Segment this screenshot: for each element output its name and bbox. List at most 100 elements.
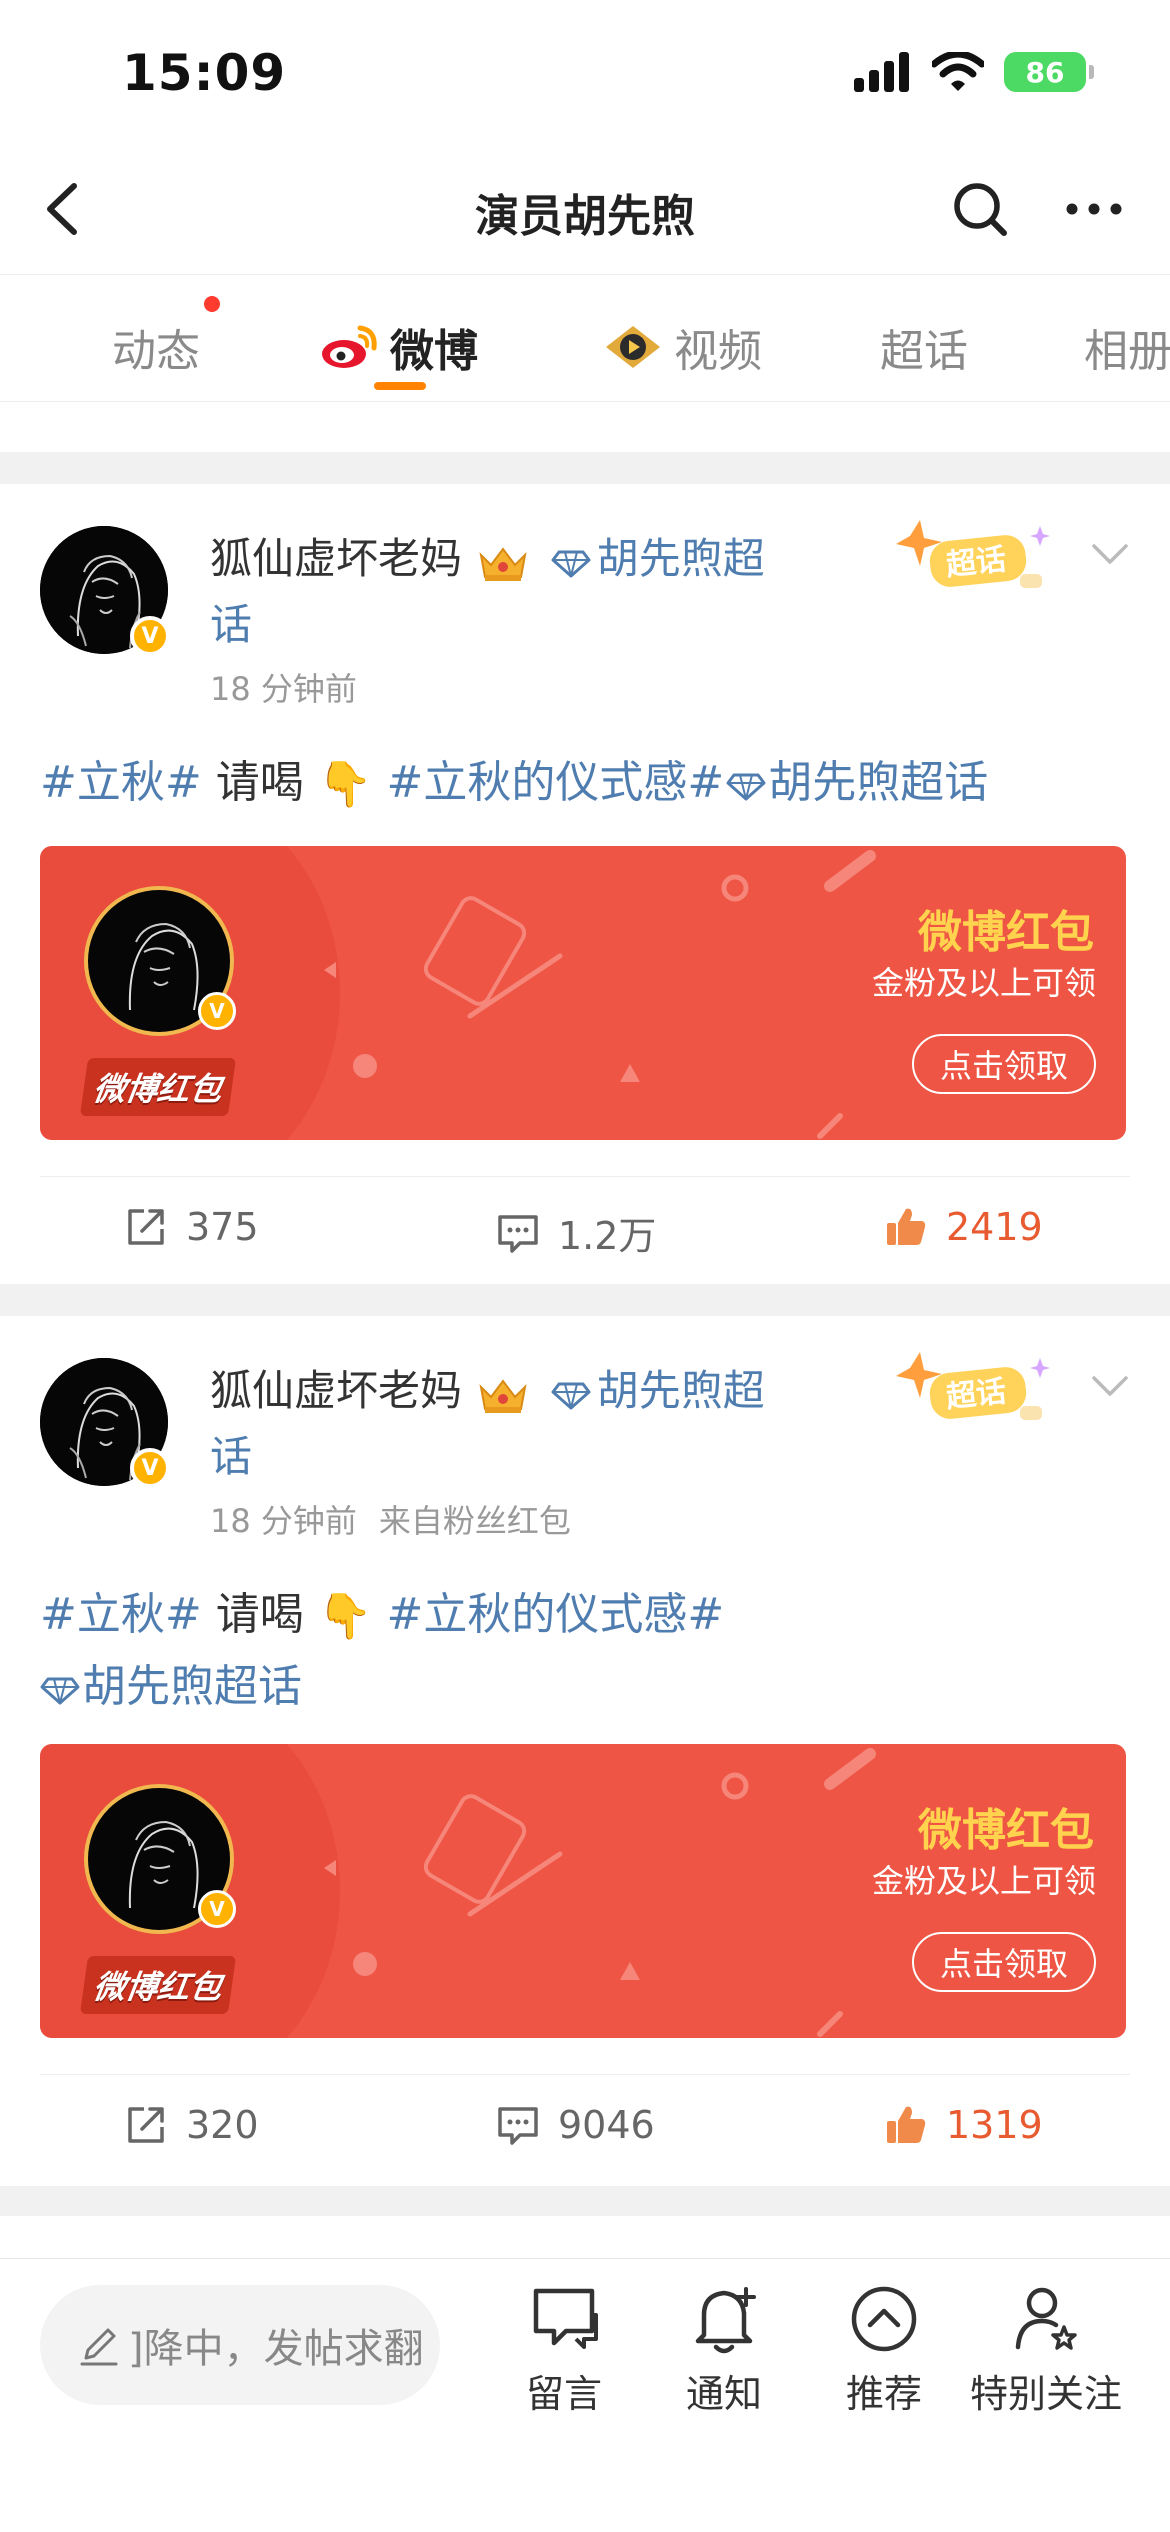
section-divider	[0, 452, 1170, 484]
user-star-icon	[1015, 2287, 1077, 2350]
battery-level: 86	[1025, 55, 1065, 89]
hashtag-liqiu[interactable]: #立秋#	[40, 1589, 202, 1640]
active-tab-indicator	[374, 382, 426, 390]
comment-icon	[498, 1214, 538, 1253]
crown-icon	[479, 1378, 527, 1413]
red-packet-subtitle: 金粉及以上可领	[871, 964, 1096, 1002]
diamond-icon	[551, 550, 591, 577]
tab-label: 动态	[112, 326, 200, 377]
tab-album[interactable]: 相册	[1084, 315, 1170, 379]
pointing-down-emoji: 👇	[317, 759, 373, 810]
notify-button[interactable]: 通知	[644, 2281, 804, 2418]
super-topic-tag[interactable]: 胡先煦超话	[768, 757, 988, 808]
notify-label: 通知	[685, 2372, 762, 2416]
red-packet-card[interactable]: V 微博红包 微博红包 金粉及以上可领 点击领取	[40, 1744, 1126, 2038]
weibo-logo-icon	[322, 325, 377, 368]
pencil-icon	[80, 2328, 118, 2366]
repost-button[interactable]: 375	[124, 1205, 259, 1249]
chaohua-badge-text: 超话	[945, 542, 1008, 583]
chaohua-badge-icon[interactable]: 超话	[890, 514, 1050, 604]
like-count: 1319	[946, 2103, 1043, 2147]
like-button[interactable]: 1319	[884, 2103, 1043, 2147]
chevron-down-icon[interactable]	[1090, 540, 1130, 570]
super-topic-tag[interactable]: 胡先煦超话	[82, 1661, 302, 1712]
tab-video[interactable]: 视频	[602, 315, 762, 379]
chaohua-badge-icon[interactable]: 超话	[890, 1346, 1050, 1436]
post-time: 18 分钟前	[210, 670, 357, 708]
hashtag-liqiu[interactable]: #立秋#	[40, 757, 202, 808]
claim-button[interactable]: 点击领取	[912, 1932, 1096, 1992]
nav-bar: 演员胡先煦	[0, 150, 1170, 274]
tab-chaohua[interactable]: 超话	[880, 315, 968, 379]
diamond-icon	[40, 1677, 80, 1705]
post-actions: 320 9046 1319	[40, 2074, 1130, 2182]
battery-indicator: 86	[1004, 52, 1094, 92]
avatar[interactable]: V	[40, 1358, 170, 1488]
recommend-button[interactable]: 推荐	[804, 2281, 964, 2418]
post-word: 请喝	[201, 1589, 304, 1640]
author-line: 狐仙虚坏老妈 胡先煦超 话	[210, 526, 810, 658]
chaohua-badge-text: 超话	[945, 1374, 1008, 1415]
super-topic-link-wrap[interactable]: 话	[210, 600, 252, 649]
repost-count: 375	[186, 1205, 259, 1249]
crown-icon	[479, 546, 527, 581]
tab-dongtai[interactable]: 动态	[112, 315, 200, 379]
verified-badge: V	[198, 992, 236, 1030]
special-follow-button[interactable]: 特别关注	[966, 2281, 1126, 2418]
comment-icon	[498, 2107, 538, 2145]
red-packet-subtitle: 金粉及以上可领	[871, 1862, 1096, 1900]
comment-button[interactable]: 9046	[496, 2103, 655, 2147]
author-name[interactable]: 狐仙虚坏老妈	[210, 1366, 462, 1415]
hashtag-ritual[interactable]: #立秋的仪式感#	[373, 1589, 725, 1640]
comment-count: 9046	[558, 2103, 655, 2147]
repost-icon	[128, 1209, 164, 1245]
message-icon	[533, 2288, 598, 2349]
tab-label: 微博	[390, 326, 478, 377]
post-text: #立秋# 请喝 👇 #立秋的仪式感# 胡先煦超话	[40, 748, 1130, 820]
tab-label: 视频	[674, 326, 762, 377]
repost-icon	[128, 2107, 164, 2143]
author-name[interactable]: 狐仙虚坏老妈	[210, 534, 462, 583]
post-card[interactable]: V 狐仙虚坏老妈 胡先煦超 话 18 分钟前 来自粉丝红包 超话 #立秋# 请喝 …	[0, 1316, 1170, 2176]
post-meta: 18 分钟前 来自粉丝红包	[210, 1496, 571, 1542]
red-packet-card[interactable]: V 微博红包 微博红包 金粉及以上可领 点击领取	[40, 846, 1126, 1140]
post-word: 请喝	[201, 757, 304, 808]
repost-count: 320	[186, 2103, 259, 2147]
composer-input[interactable]: ]降中，发帖求翻	[40, 2285, 440, 2405]
status-time: 15:09	[122, 44, 287, 102]
tab-label: 相册	[1084, 326, 1170, 377]
tab-weibo[interactable]: 微博	[320, 315, 478, 379]
signal-icon	[854, 52, 909, 92]
post-text: #立秋# 请喝 👇 #立秋的仪式感# 胡先煦超话	[40, 1580, 800, 1722]
section-divider	[0, 2186, 1170, 2216]
red-packet-title: 微博红包	[918, 907, 1094, 958]
post-time: 18 分钟前	[210, 1502, 357, 1540]
more-icon[interactable]	[1062, 174, 1126, 244]
like-count: 2419	[946, 1205, 1043, 1249]
profile-tabs: 动态 微博 视频 超话 相册	[0, 274, 1170, 402]
comment-button[interactable]: 1.2万	[496, 1205, 656, 1260]
unread-dot	[204, 296, 220, 312]
hashtag-ritual[interactable]: #立秋的仪式感#	[373, 757, 725, 808]
super-topic-link-wrap[interactable]: 话	[210, 1432, 252, 1481]
chevron-down-icon[interactable]	[1090, 1372, 1130, 1402]
verified-badge: V	[130, 616, 170, 656]
tab-label: 超话	[880, 326, 968, 377]
repost-button[interactable]: 320	[124, 2103, 259, 2147]
red-packet-avatar: V	[84, 886, 236, 1036]
avatar[interactable]: V	[40, 526, 170, 656]
chevron-up-circle-icon	[851, 2286, 917, 2352]
claim-button[interactable]: 点击领取	[912, 1034, 1096, 1094]
post-source[interactable]: 来自粉丝红包	[379, 1502, 571, 1540]
post-meta: 18 分钟前	[210, 664, 357, 710]
bottom-bar: ]降中，发帖求翻 留言 通知 推荐 特别关注	[0, 2258, 1170, 2532]
comment-count: 1.2万	[558, 1214, 657, 1258]
bell-plus-icon	[695, 2287, 756, 2354]
super-topic-link[interactable]: 胡先煦超	[597, 534, 765, 583]
super-topic-link[interactable]: 胡先煦超	[597, 1366, 765, 1415]
search-icon[interactable]	[950, 174, 1010, 244]
message-board-button[interactable]: 留言	[484, 2281, 644, 2418]
post-card[interactable]: V 狐仙虚坏老妈 胡先煦超 话 18 分钟前 超话 #立秋# 请喝 👇 #立秋的…	[0, 484, 1170, 1284]
like-button[interactable]: 2419	[884, 1205, 1043, 1249]
recommend-label: 推荐	[845, 2372, 922, 2416]
